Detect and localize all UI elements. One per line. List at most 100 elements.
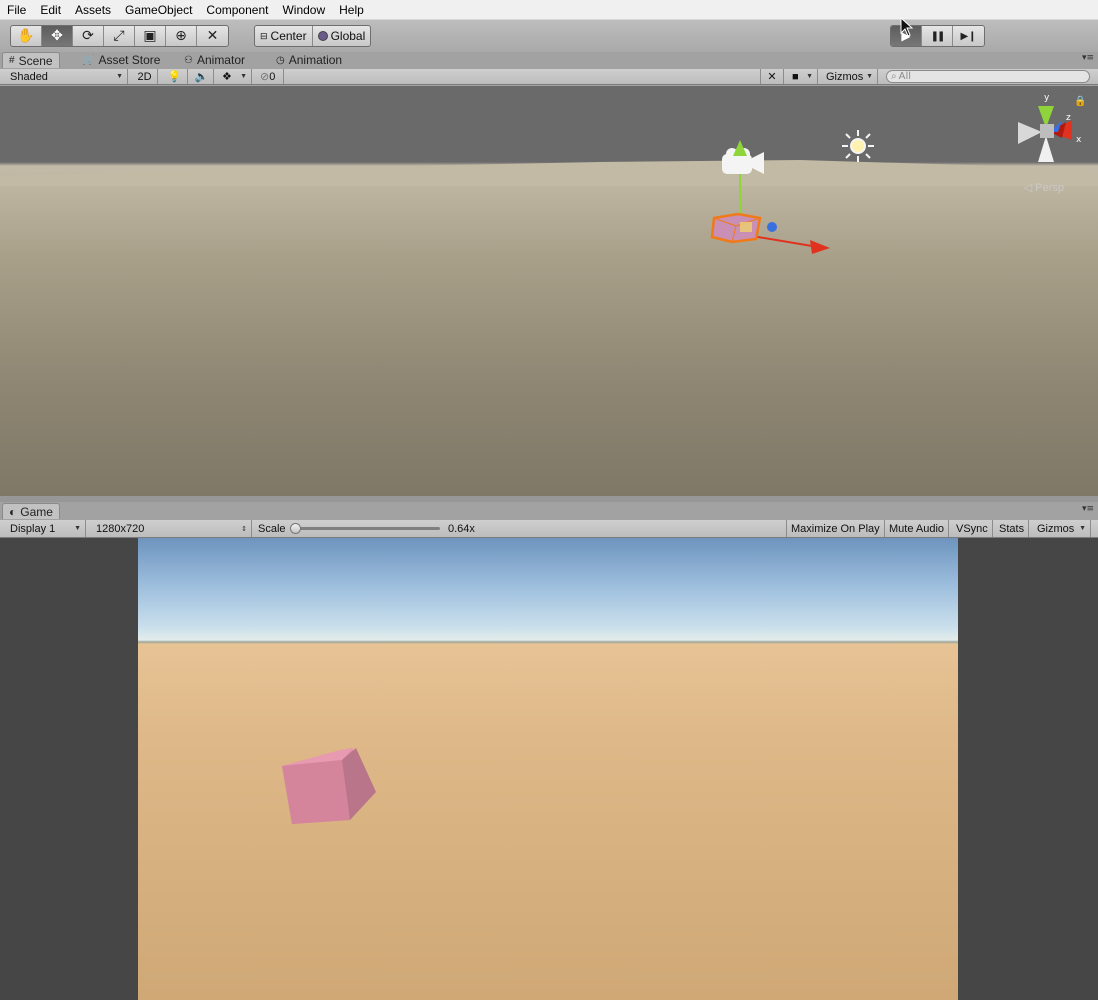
tab-animation[interactable]: ◷ Animation: [270, 52, 348, 68]
rect-icon: ▣: [143, 28, 157, 44]
pause-button[interactable]: ❚❚: [922, 26, 953, 46]
tab-animator[interactable]: ⚇ Animator: [178, 52, 251, 68]
resolution-dropdown[interactable]: 1280x720 ⇕: [92, 520, 252, 537]
display-dropdown[interactable]: Display 1 ▼: [6, 520, 86, 537]
pivot-label: Center: [270, 29, 307, 43]
audio-toggle[interactable]: 🔈: [190, 69, 214, 84]
menu-window[interactable]: Window: [275, 3, 332, 17]
effects-dropdown[interactable]: ❖ ▼: [218, 69, 252, 84]
transform-tool-button[interactable]: ⊕: [166, 26, 197, 46]
rotate-tool-button[interactable]: ⟳: [73, 26, 104, 46]
custom-tool-button[interactable]: ✕: [197, 26, 228, 46]
tab-label: Animator: [196, 53, 245, 67]
axis-z-label: z: [1066, 113, 1071, 123]
game-render: [138, 538, 958, 1000]
tab-asset-store[interactable]: 🛒 Asset Store: [76, 52, 166, 68]
game-gizmos-dropdown[interactable]: Gizmos ▼: [1033, 520, 1091, 537]
chevron-down-icon: ▼: [806, 73, 813, 80]
gizmos-dropdown[interactable]: Gizmos ▼: [822, 69, 878, 84]
hand-tool-button[interactable]: ✋: [11, 26, 42, 46]
chevron-down-icon: ▼: [866, 73, 873, 80]
sun-light-icon[interactable]: [840, 128, 876, 164]
game-viewport[interactable]: [0, 538, 1098, 1000]
mute-audio-toggle[interactable]: Mute Audio: [885, 520, 950, 537]
custom-tool-icon: ✕: [206, 28, 219, 44]
search-placeholder: All: [898, 71, 912, 82]
tab-label: Asset Store: [98, 53, 161, 67]
chevron-down-icon: ▼: [240, 73, 247, 80]
globe-icon: [317, 31, 328, 41]
selected-cube-gizmo[interactable]: [700, 136, 840, 266]
vsync-toggle[interactable]: VSync: [952, 520, 993, 537]
move-tool-button[interactable]: ✥: [42, 26, 73, 46]
chevron-updown-icon: ⇕: [241, 525, 247, 533]
pivot-icon: ⊟: [260, 30, 268, 41]
wrench-icon: ✕: [767, 71, 777, 83]
lock-icon[interactable]: 🔒: [1074, 96, 1086, 107]
transform-icon: ⊕: [175, 28, 187, 44]
menu-component[interactable]: Component: [199, 3, 275, 17]
camera-dropdown[interactable]: ■ ▼: [788, 69, 818, 84]
step-icon: ▶❙: [960, 30, 977, 42]
move-icon: ✥: [51, 28, 63, 44]
tab-scene[interactable]: # Scene: [2, 52, 60, 68]
speaker-icon: 🔈: [194, 71, 209, 83]
game-tab-icon: ◐: [9, 504, 17, 519]
vsync-label: VSync: [956, 522, 988, 535]
draw-mode-label: Shaded: [10, 70, 48, 83]
panel-splitter[interactable]: [0, 496, 1098, 502]
scale-slider-track[interactable]: [296, 527, 440, 530]
axis-y-label: y: [1044, 93, 1050, 103]
main-toolbar: ✋ ✥ ⟳ ⤢ ▣ ⊕ ✕ ⊟ Center Global ▶ ❚❚ ▶❙: [0, 20, 1098, 52]
panel-menu-icon[interactable]: ▾≡: [1082, 504, 1094, 514]
letterbox-right: [958, 538, 1098, 1000]
hidden-count: 0: [269, 70, 276, 83]
display-label: Display 1: [10, 522, 56, 535]
scale-slider-handle[interactable]: [290, 523, 301, 534]
draw-mode-dropdown[interactable]: Shaded ▼: [6, 69, 128, 84]
tab-game[interactable]: ◐ Game: [2, 503, 60, 519]
lightbulb-icon: 💡: [167, 71, 182, 83]
maximize-on-play-toggle[interactable]: Maximize On Play: [786, 520, 885, 537]
panel-menu-icon[interactable]: ▾≡: [1082, 53, 1094, 63]
search-icon: ⌕: [891, 71, 897, 82]
letterbox-left: [0, 538, 138, 1000]
scale-tool-button[interactable]: ⤢: [104, 26, 135, 46]
menu-file[interactable]: File: [0, 3, 33, 17]
menu-gameobject[interactable]: GameObject: [118, 3, 199, 17]
menu-edit[interactable]: Edit: [33, 3, 68, 17]
step-button[interactable]: ▶❙: [953, 26, 984, 46]
scene-toolbar: Shaded ▼ 2D 💡 🔈 ❖ ▼ ⊘ 0 ✕ ■ ▼ Gizmos ▼ ⌕…: [0, 69, 1098, 85]
pause-icon: ❚❚: [930, 30, 946, 42]
axis-x-label: x: [1076, 135, 1082, 145]
scene-search-input[interactable]: ⌕ All: [886, 70, 1090, 83]
game-gizmos-label: Gizmos: [1037, 522, 1075, 535]
menu-help[interactable]: Help: [332, 3, 371, 17]
game-tabstrip: ◐ Game ▾≡: [0, 503, 1098, 519]
scene-tabstrip: ▾≡ # Scene 🛒 Asset Store ⚇ Animator ◷ Animation: [0, 52, 1098, 68]
stats-toggle[interactable]: Stats: [995, 520, 1030, 537]
camera-icon: ■: [792, 70, 799, 83]
scene-horizon: [0, 160, 1098, 186]
scene-viewport[interactable]: y z x 🔒 ◁ Persp: [0, 86, 1098, 496]
persp-label[interactable]: ◁ Persp: [1024, 181, 1064, 194]
mouse-cursor-icon: [900, 17, 914, 37]
lighting-toggle[interactable]: 💡: [162, 69, 188, 84]
scale-text: Scale: [258, 522, 286, 535]
game-cube: [282, 748, 376, 824]
hidden-objects-toggle[interactable]: ⊘ 0: [256, 69, 284, 84]
toggle-2d-label: 2D: [137, 70, 152, 83]
rect-tool-button[interactable]: ▣: [135, 26, 166, 46]
tab-icon: ⚇: [184, 54, 193, 66]
tab-icon: 🛒: [82, 54, 95, 66]
pivot-center-button[interactable]: ⊟ Center: [255, 26, 313, 46]
tab-icon: #: [9, 55, 15, 66]
menu-bar: File Edit Assets GameObject Component Window H…: [0, 0, 1098, 20]
game-toolbar: Display 1 ▼ 1280x720 ⇕ Scale 0.64x Maxim…: [0, 520, 1098, 538]
space-global-button[interactable]: Global: [313, 26, 371, 46]
toggle-2d-button[interactable]: 2D: [132, 69, 158, 84]
scene-tools-button[interactable]: ✕: [760, 69, 784, 84]
resolution-label: 1280x720: [96, 522, 145, 535]
scale-icon: ⤢: [113, 28, 125, 44]
menu-assets[interactable]: Assets: [68, 3, 118, 17]
